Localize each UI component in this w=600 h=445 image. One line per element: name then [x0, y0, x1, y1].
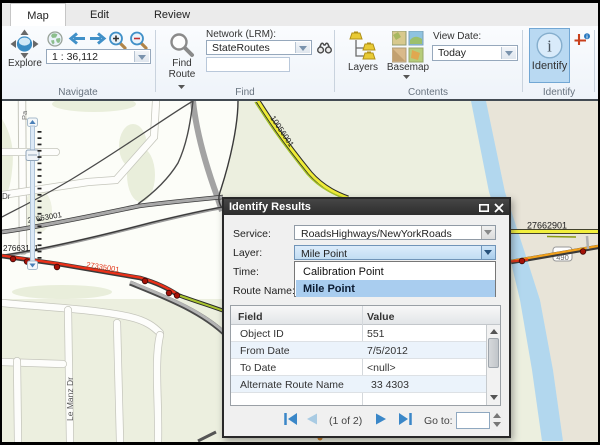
svg-text:Le Manz Dr: Le Manz Dr [65, 377, 75, 421]
svg-text:490: 490 [556, 253, 569, 262]
svg-text:Dr: Dr [2, 192, 11, 201]
svg-text:27662901: 27662901 [527, 221, 567, 231]
svg-text:i: i [547, 37, 552, 56]
